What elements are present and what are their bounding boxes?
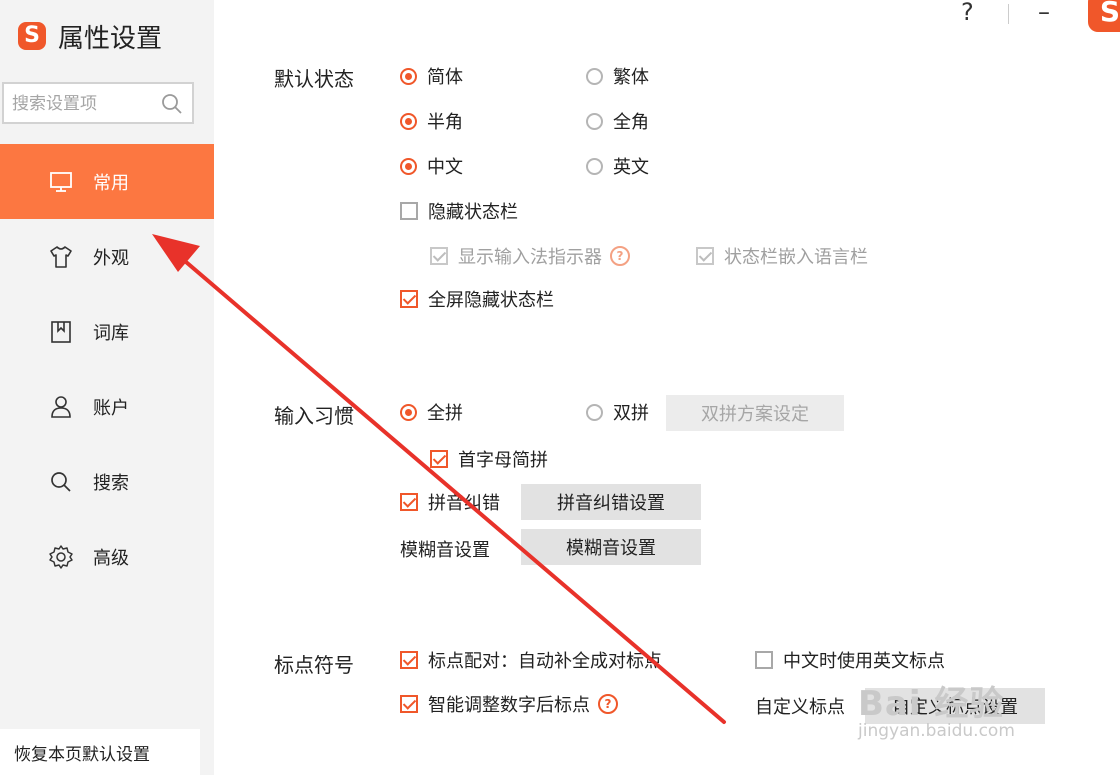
option-label: 中文 bbox=[427, 157, 463, 178]
sidebar-item-label: 搜索 bbox=[93, 472, 129, 494]
sogou-logo: S bbox=[18, 22, 46, 50]
checkbox-hide-status-bar[interactable]: 隐藏状态栏 bbox=[400, 198, 518, 224]
checkbox-pinyin-correction[interactable]: 拼音纠错 bbox=[400, 489, 500, 515]
section-title-default-state: 默认状态 bbox=[274, 67, 354, 91]
checkbox[interactable] bbox=[430, 450, 448, 468]
checkbox-initial-abbrev[interactable]: 首字母简拼 bbox=[430, 446, 548, 472]
search-icon[interactable] bbox=[160, 92, 184, 116]
sidebar-item-label: 词库 bbox=[93, 322, 129, 344]
checkbox[interactable] bbox=[400, 695, 418, 713]
brand: S 属性设置 bbox=[18, 18, 162, 54]
checkbox[interactable] bbox=[430, 247, 448, 265]
pinyin-correction-settings-button[interactable]: 拼音纠错设置 bbox=[521, 484, 701, 520]
checkbox-status-bar-embed[interactable]: 状态栏嵌入语言栏 bbox=[696, 243, 868, 269]
option-label: 双拼 bbox=[613, 403, 649, 424]
watermark-url: jingyan.baidu.com bbox=[858, 721, 1015, 741]
radio-button[interactable] bbox=[400, 112, 417, 130]
radio-button[interactable] bbox=[586, 157, 603, 175]
option-label: 全屏隐藏状态栏 bbox=[428, 290, 554, 311]
radio-english[interactable]: 英文 bbox=[586, 153, 649, 179]
radio-button[interactable] bbox=[400, 403, 417, 421]
checkbox-show-indicator[interactable]: 显示输入法指示器 ? bbox=[430, 243, 630, 269]
checkbox[interactable] bbox=[400, 651, 418, 669]
checkbox[interactable] bbox=[696, 247, 714, 265]
sidebar-item-appearance[interactable]: 外观 bbox=[0, 219, 214, 294]
divider bbox=[1008, 4, 1009, 24]
radio-button[interactable] bbox=[586, 112, 603, 130]
sidebar-item-label: 常用 bbox=[93, 172, 129, 194]
gear-icon bbox=[49, 545, 73, 569]
search-box[interactable] bbox=[2, 82, 194, 124]
sidebar-item-search[interactable]: 搜索 bbox=[0, 444, 214, 519]
sidebar-item-common[interactable]: 常用 bbox=[0, 144, 214, 219]
checkbox[interactable] bbox=[755, 651, 773, 669]
option-label: 显示输入法指示器 bbox=[458, 247, 602, 268]
fuzzy-sound-label: 模糊音设置 bbox=[400, 540, 490, 561]
user-icon bbox=[51, 396, 71, 418]
section-title-punctuation: 标点符号 bbox=[274, 653, 354, 677]
sidebar-item-label: 账户 bbox=[93, 397, 129, 419]
radio-traditional[interactable]: 繁体 bbox=[586, 63, 649, 89]
radio-full-pinyin[interactable]: 全拼 bbox=[400, 399, 463, 425]
radio-button[interactable] bbox=[400, 67, 417, 85]
help-icon[interactable]: ? bbox=[610, 246, 630, 266]
radio-half-width[interactable]: 半角 bbox=[400, 108, 463, 134]
sogou-corner-logo: S bbox=[1088, 0, 1120, 32]
radio-button[interactable] bbox=[586, 67, 603, 85]
settings-search-input[interactable] bbox=[10, 90, 154, 118]
checkbox[interactable] bbox=[400, 290, 418, 308]
restore-defaults-button[interactable]: 恢复本页默认设置 bbox=[0, 729, 200, 775]
option-label: 全拼 bbox=[427, 403, 463, 424]
sidebar: S 属性设置 常用 外观 词库 账户 bbox=[0, 0, 214, 775]
shirt-icon bbox=[50, 246, 72, 268]
sidebar-item-account[interactable]: 账户 bbox=[0, 369, 214, 444]
watermark: Bai 经验 jingyan.baidu.com bbox=[858, 676, 1015, 741]
option-label: 英文 bbox=[613, 157, 649, 178]
radio-double-pinyin[interactable]: 双拼 bbox=[586, 399, 649, 425]
radio-simplified[interactable]: 简体 bbox=[400, 63, 463, 89]
fuzzy-sound-settings-button[interactable]: 模糊音设置 bbox=[521, 529, 701, 565]
sidebar-item-advanced[interactable]: 高级 bbox=[0, 519, 214, 594]
checkbox-english-punct[interactable]: 中文时使用英文标点 bbox=[755, 647, 945, 673]
monitor-icon bbox=[50, 172, 72, 192]
section-title-input-habit: 输入习惯 bbox=[274, 404, 354, 428]
checkbox[interactable] bbox=[400, 202, 418, 220]
option-label: 全角 bbox=[613, 112, 649, 133]
option-label: 繁体 bbox=[613, 67, 649, 88]
checkbox-auto-pair-punct[interactable]: 标点配对：自动补全成对标点 bbox=[400, 647, 662, 673]
search-icon bbox=[51, 472, 71, 492]
checkbox-fullscreen-hide[interactable]: 全屏隐藏状态栏 bbox=[400, 286, 554, 312]
option-label: 标点配对：自动补全成对标点 bbox=[428, 651, 662, 672]
custom-punct-label: 自定义标点 bbox=[755, 697, 845, 718]
dictionary-icon bbox=[51, 321, 71, 343]
option-label: 半角 bbox=[427, 112, 463, 133]
watermark-logo-text: Bai 经验 bbox=[858, 684, 1005, 724]
option-label: 状态栏嵌入语言栏 bbox=[724, 247, 868, 268]
checkbox[interactable] bbox=[400, 493, 418, 511]
sidebar-item-dictionary[interactable]: 词库 bbox=[0, 294, 214, 369]
radio-button[interactable] bbox=[586, 403, 603, 421]
option-label: 简体 bbox=[427, 67, 463, 88]
sidebar-item-label: 高级 bbox=[93, 547, 129, 569]
option-label: 隐藏状态栏 bbox=[428, 202, 518, 223]
option-label: 拼音纠错 bbox=[428, 493, 500, 514]
checkbox-smart-adjust[interactable]: 智能调整数字后标点 ? bbox=[400, 691, 618, 717]
radio-button[interactable] bbox=[400, 157, 417, 175]
app-title: 属性设置 bbox=[58, 23, 163, 54]
radio-full-width[interactable]: 全角 bbox=[586, 108, 649, 134]
option-label: 中文时使用英文标点 bbox=[783, 651, 945, 672]
radio-chinese[interactable]: 中文 bbox=[400, 153, 463, 179]
help-icon[interactable]: ? bbox=[598, 694, 618, 714]
minimize-button[interactable]: – bbox=[1038, 0, 1050, 26]
option-label: 首字母简拼 bbox=[458, 450, 548, 471]
help-button[interactable]: ? bbox=[961, 0, 974, 26]
option-label: 智能调整数字后标点 bbox=[428, 695, 590, 716]
sidebar-item-label: 外观 bbox=[93, 247, 129, 269]
double-pinyin-settings-button[interactable]: 双拼方案设定 bbox=[666, 395, 844, 431]
